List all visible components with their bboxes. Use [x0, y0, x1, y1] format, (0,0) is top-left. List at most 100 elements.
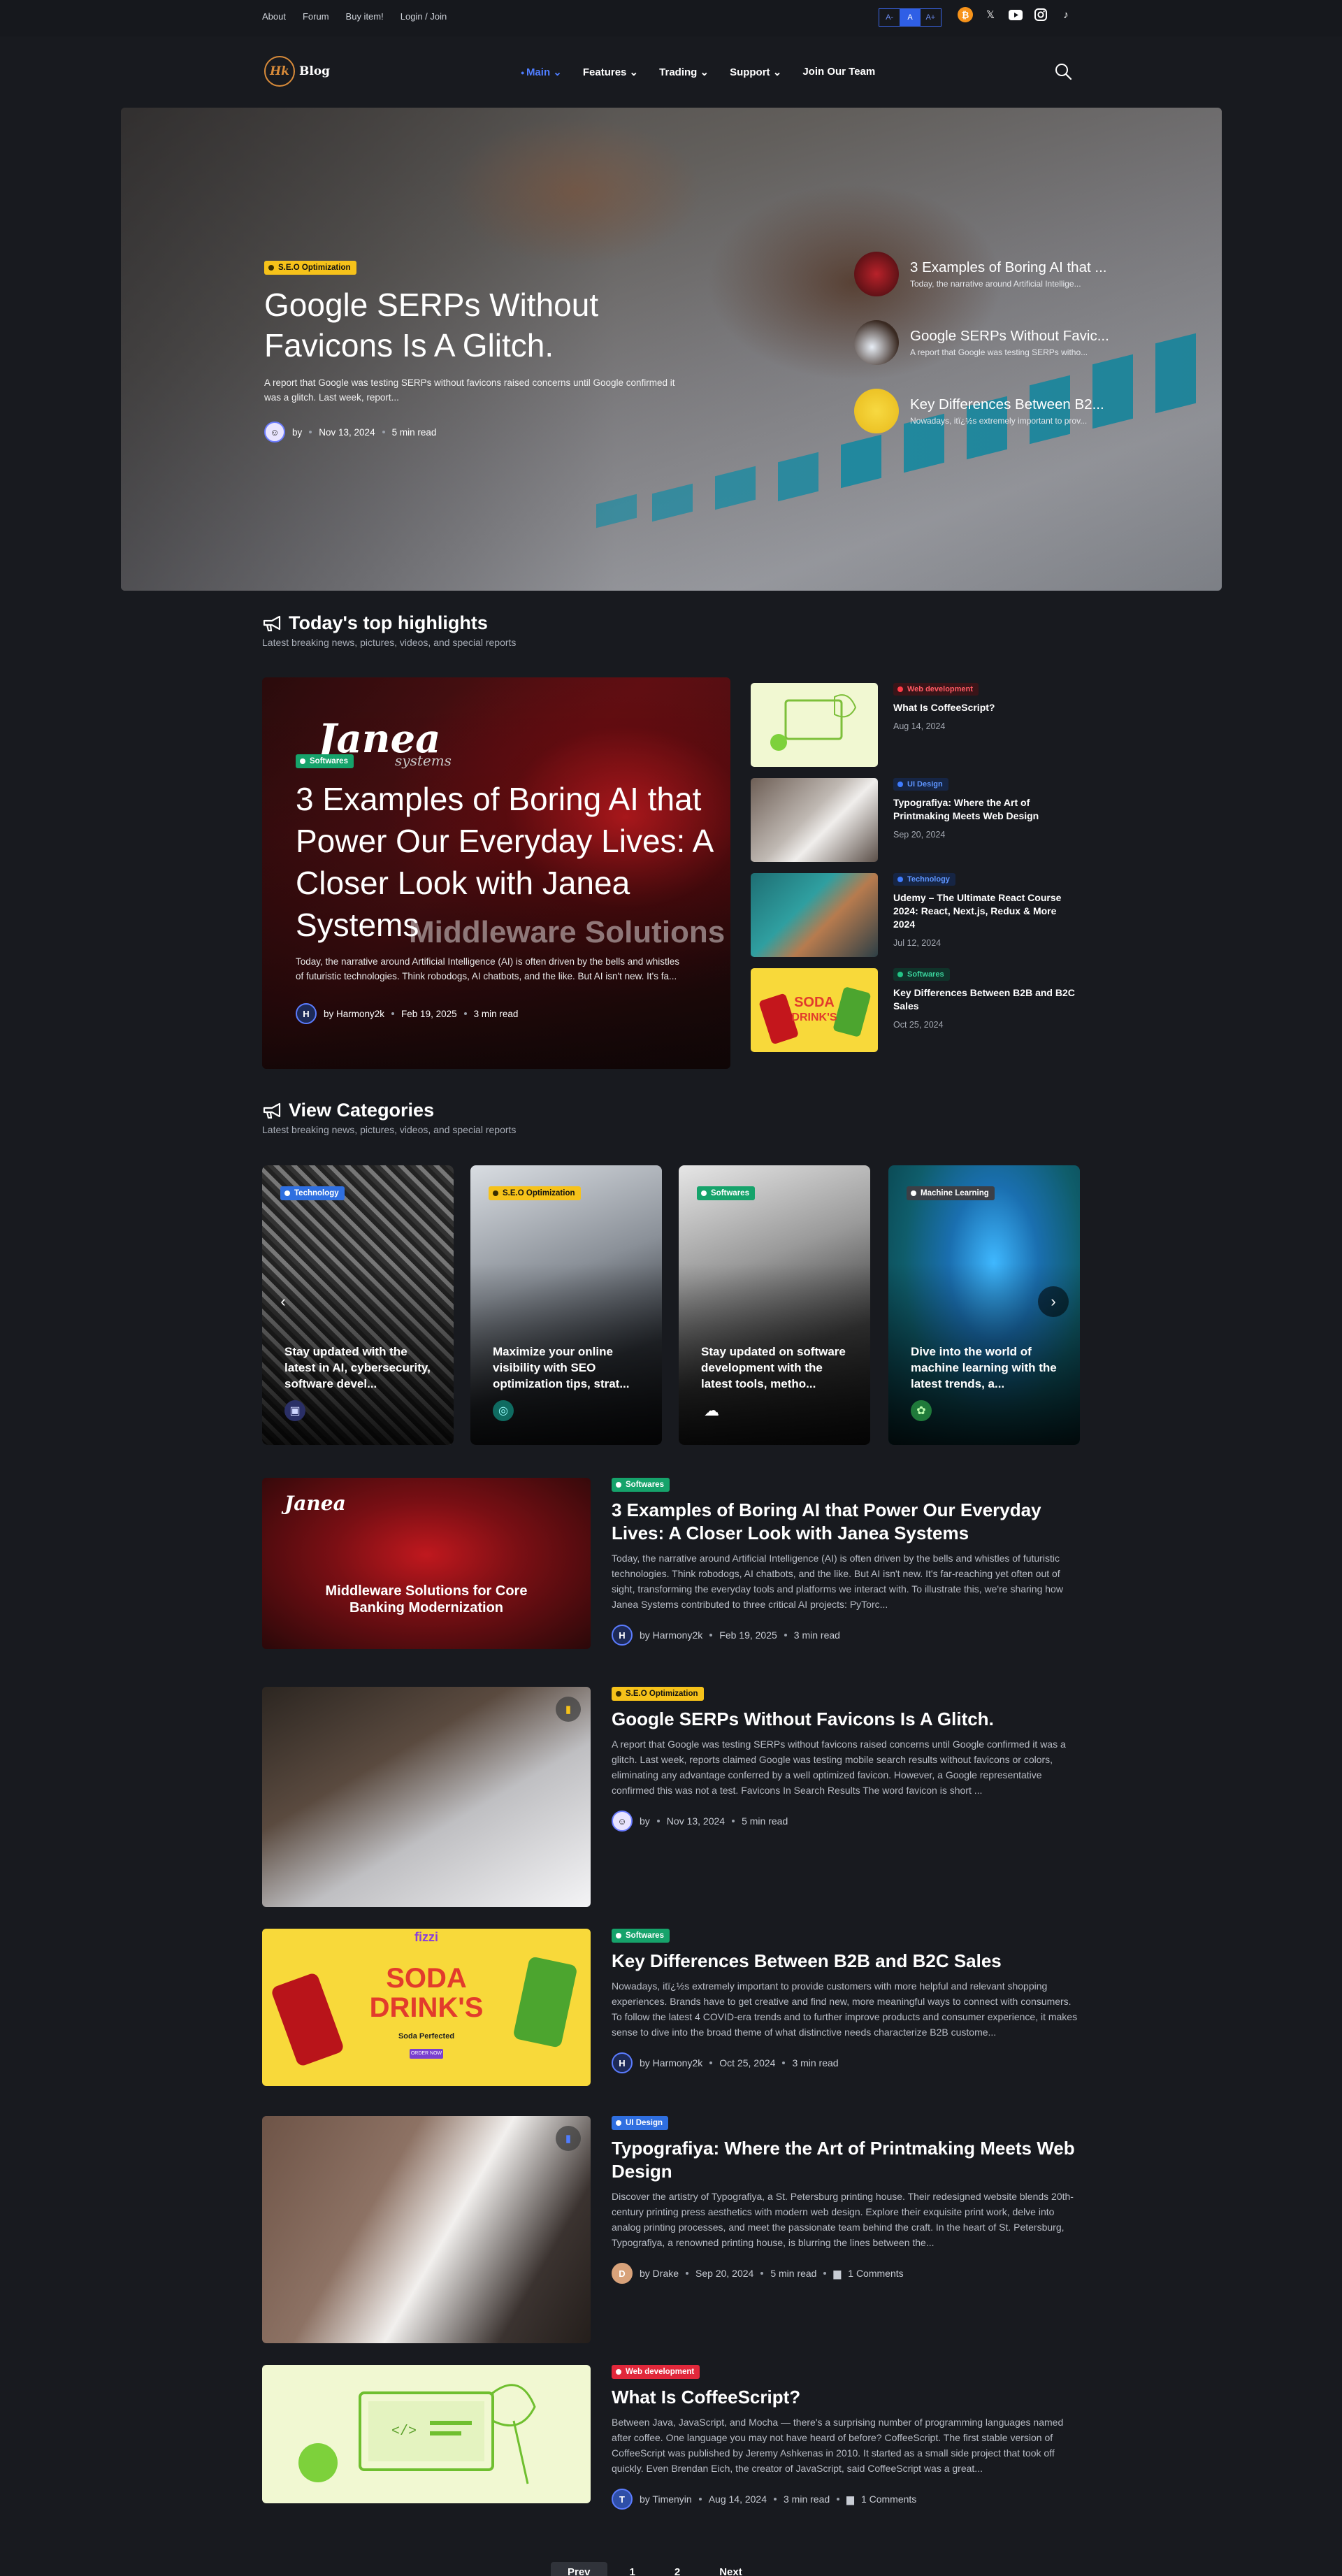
feature-title[interactable]: 3 Examples of Boring AI that Power Our E…: [296, 778, 715, 946]
top-link-buy[interactable]: Buy item!: [346, 11, 384, 22]
top-link-forum[interactable]: Forum: [303, 11, 329, 22]
post-title[interactable]: 3 Examples of Boring AI that Power Our E…: [612, 1499, 1080, 1545]
category-badge[interactable]: Softwares: [612, 1478, 670, 1492]
bitcoin-icon[interactable]: ₿: [958, 7, 973, 22]
hero-side-item[interactable]: 3 Examples of Boring AI that ... Today, …: [854, 252, 1141, 296]
category-badge[interactable]: Web development: [893, 683, 979, 696]
category-badge[interactable]: Technology: [280, 1186, 345, 1200]
thumbnail: [751, 873, 878, 957]
post-image: ▮: [262, 1687, 591, 1907]
post-author[interactable]: by Harmony2k: [640, 1629, 702, 1641]
nav-item-join-our-team[interactable]: Join Our Team: [802, 66, 875, 78]
category-badge[interactable]: Web development: [612, 2365, 700, 2379]
top-link-about[interactable]: About: [262, 11, 286, 22]
post-author[interactable]: by Drake: [640, 2268, 679, 2279]
post-card[interactable]: Janea Middleware Solutions for Core Bank…: [262, 1478, 1080, 1653]
nav-item-trading[interactable]: Trading ⌄: [659, 66, 709, 78]
hero-side-item[interactable]: Google SERPs Without Favic... A report t…: [854, 320, 1141, 365]
post-card[interactable]: ▮ UI Design Typografiya: Where the Art o…: [262, 2116, 1080, 2343]
avatar[interactable]: H: [612, 1625, 633, 1646]
hero-author[interactable]: by: [292, 427, 302, 438]
nav-item-main[interactable]: Main ⌄: [521, 66, 562, 78]
font-decrease-button[interactable]: A-: [879, 9, 900, 26]
pagination: Prev 1 2 Next: [551, 2562, 759, 2576]
list-item[interactable]: Technology Udemy – The Ultimate React Co…: [751, 873, 1079, 968]
avatar[interactable]: ☺: [612, 1811, 633, 1832]
comment-icon[interactable]: ▆: [833, 2268, 841, 2280]
tiktok-icon[interactable]: ♪: [1058, 7, 1074, 22]
category-badge[interactable]: Machine Learning: [907, 1186, 995, 1200]
avatar[interactable]: D: [612, 2263, 633, 2284]
font-increase-button[interactable]: A+: [921, 9, 941, 26]
post-card[interactable]: fizzi SODA DRINK'S Soda Perfected ORDER …: [262, 1929, 1080, 2086]
x-icon[interactable]: 𝕏: [983, 7, 998, 22]
post-comments[interactable]: 1 Comments: [848, 2268, 903, 2279]
nav-item-features[interactable]: Features ⌄: [583, 66, 638, 78]
image-order-button: ORDER NOW: [410, 2049, 443, 2059]
thumbnail: [751, 683, 878, 767]
category-badge[interactable]: Technology: [893, 873, 955, 886]
meta-separator: [709, 2061, 713, 2064]
post-card[interactable]: </> Web development What Is CoffeeScript…: [262, 2365, 1080, 2510]
list-item-title[interactable]: Key Differences Between B2B and B2C Sale…: [893, 986, 1079, 1013]
category-card[interactable]: Softwares Stay updated on software devel…: [679, 1165, 870, 1445]
top-link-login[interactable]: Login / Join: [401, 11, 447, 22]
pagination-prev[interactable]: Prev: [551, 2562, 607, 2576]
comment-icon[interactable]: ▆: [846, 2494, 854, 2505]
hero-title[interactable]: Google SERPs Without Favicons Is A Glitc…: [264, 285, 712, 366]
post-author[interactable]: by: [640, 1815, 650, 1827]
avatar[interactable]: T: [612, 2489, 633, 2510]
nav-item-support[interactable]: Support ⌄: [730, 66, 781, 78]
instagram-icon[interactable]: [1033, 7, 1048, 22]
post-author[interactable]: by Timenyin: [640, 2494, 692, 2505]
search-icon[interactable]: [1053, 62, 1073, 81]
feature-category-badge[interactable]: Softwares: [296, 754, 354, 768]
avatar[interactable]: H: [296, 1003, 317, 1024]
list-item-title[interactable]: What Is CoffeeScript?: [893, 701, 995, 714]
list-item[interactable]: UI Design Typografiya: Where the Art of …: [751, 778, 1079, 873]
carousel-next-button[interactable]: ›: [1038, 1286, 1069, 1317]
hero-side-item[interactable]: Key Differences Between B2... Nowadays, …: [854, 389, 1141, 433]
site-logo[interactable]: Hk Blog: [264, 56, 330, 87]
youtube-icon[interactable]: [1008, 7, 1023, 22]
bookmark-icon[interactable]: ▮: [556, 2126, 581, 2151]
category-badge[interactable]: Softwares: [893, 968, 950, 981]
avatar[interactable]: ☺: [264, 422, 285, 442]
section-subtitle: Latest breaking news, pictures, videos, …: [262, 1124, 517, 1135]
svg-text:</>: </>: [391, 2424, 417, 2440]
avatar[interactable]: H: [612, 2052, 633, 2073]
feature-excerpt: Today, the narrative around Artificial I…: [296, 956, 680, 981]
hero-side-title: 3 Examples of Boring AI that ...: [910, 259, 1107, 275]
category-card[interactable]: S.E.O Optimization Maximize your online …: [470, 1165, 662, 1445]
list-item[interactable]: SODA DRINK'S Softwares Key Differences Be…: [751, 968, 1079, 1063]
feature-author[interactable]: by Harmony2k: [324, 1009, 384, 1019]
category-badge[interactable]: UI Design: [893, 778, 948, 791]
post-title[interactable]: Typografiya: Where the Art of Printmakin…: [612, 2137, 1080, 2183]
post-card[interactable]: ▮ S.E.O Optimization Google SERPs Withou…: [262, 1687, 1080, 1907]
post-comments[interactable]: 1 Comments: [861, 2494, 916, 2505]
featured-article[interactable]: Janea systems Middleware Solutions Softwa…: [262, 677, 730, 1069]
post-title[interactable]: What Is CoffeeScript?: [612, 2386, 1080, 2409]
post-image: fizzi SODA DRINK'S Soda Perfected ORDER …: [262, 1929, 591, 2086]
carousel-prev-button[interactable]: ‹: [268, 1286, 298, 1317]
list-item-title[interactable]: Udemy – The Ultimate React Course 2024: …: [893, 891, 1079, 931]
font-reset-button[interactable]: A: [900, 9, 921, 26]
category-badge[interactable]: Softwares: [697, 1186, 755, 1200]
post-title[interactable]: Key Differences Between B2B and B2C Sale…: [612, 1950, 1080, 1973]
category-badge[interactable]: UI Design: [612, 2116, 669, 2130]
category-badge[interactable]: S.E.O Optimization: [612, 1687, 704, 1701]
list-item-title[interactable]: Typografiya: Where the Art of Printmakin…: [893, 796, 1079, 823]
list-item[interactable]: Web development What Is CoffeeScript? Au…: [751, 683, 1079, 778]
hero-side-subtitle: Today, the narrative around Artificial I…: [910, 279, 1081, 289]
pagination-page-2[interactable]: 2: [658, 2562, 697, 2576]
category-badge[interactable]: Softwares: [612, 1929, 670, 1943]
bookmark-icon[interactable]: ▮: [556, 1697, 581, 1722]
category-badge[interactable]: S.E.O Optimization: [489, 1186, 581, 1200]
post-author[interactable]: by Harmony2k: [640, 2057, 702, 2068]
pagination-next[interactable]: Next: [702, 2562, 759, 2576]
hero-article[interactable]: S.E.O Optimization Google SERPs Without …: [264, 261, 712, 442]
hero-category-badge[interactable]: S.E.O Optimization: [264, 261, 356, 275]
post-title[interactable]: Google SERPs Without Favicons Is A Glitc…: [612, 1708, 1080, 1731]
pagination-page-1[interactable]: 1: [613, 2562, 652, 2576]
feature-date: Feb 19, 2025: [401, 1008, 457, 1019]
